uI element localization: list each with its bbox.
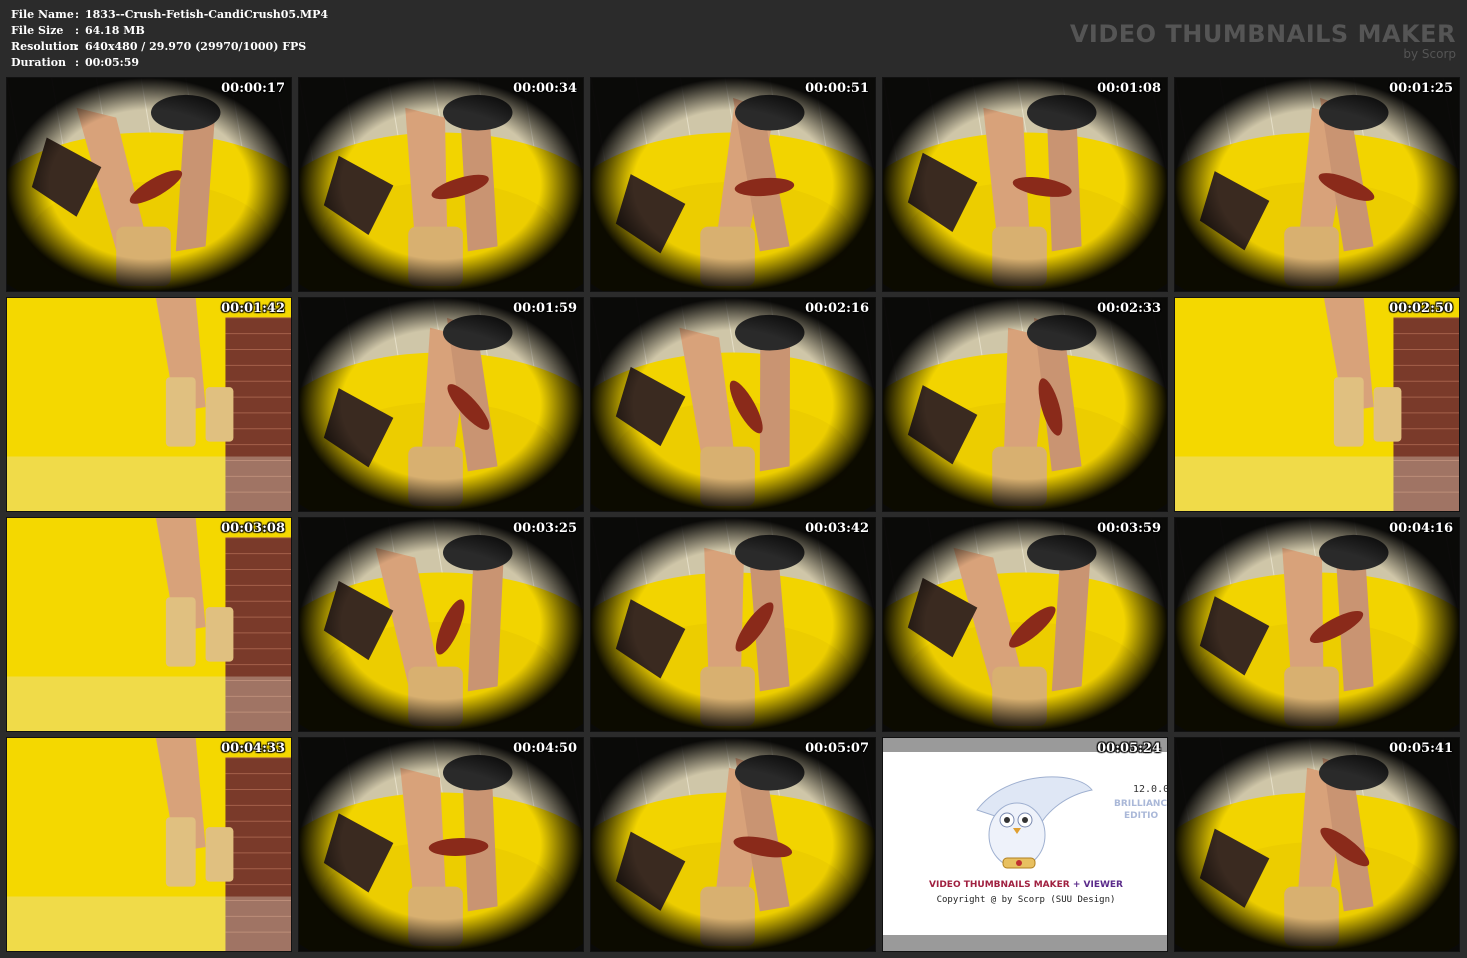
thumbnail-timestamp: 00:02:50 [1389,301,1453,316]
splash-version: 12.0.0. [1133,784,1167,795]
thumbnail-timestamp: 00:02:16 [805,301,869,316]
info-separator: : [75,24,80,37]
info-separator: : [75,40,80,53]
splash-edition: BRILLIANC EDITIO [1114,798,1167,822]
info-row-resolution: Resolution : 640x480 / 29.970 (29970/100… [11,39,328,55]
splash-product-plus: + [1069,880,1084,890]
info-row-duration: Duration : 00:05:59 [11,55,328,71]
file-info-panel: File Name : 1833--Crush-Fetish-CandiCrus… [11,7,328,71]
thumbnail-timestamp: 00:03:25 [513,521,577,536]
thumbnail-image [1175,518,1459,731]
info-key: Duration [11,56,67,69]
thumbnail-image [7,78,291,291]
thumbnail-timestamp: 00:01:59 [513,301,577,316]
thumbnail-image [7,298,291,511]
splash-product-part: VIDEO THUMBNAILS MAKER [929,880,1070,890]
video-thumbnail[interactable]: 00:00:17 [6,77,292,292]
thumbnail-timestamp: 00:03:59 [1097,521,1161,536]
thumbnail-timestamp: 00:00:51 [805,81,869,96]
video-thumbnail[interactable]: 00:02:33 [882,297,1168,512]
info-value: 00:05:59 [85,56,140,69]
video-thumbnail[interactable]: 00:04:33 [6,737,292,952]
thumbnail-image [299,78,583,291]
splash-edition-line: BRILLIANC [1114,799,1168,809]
thumbnail-timestamp: 00:01:08 [1097,81,1161,96]
info-row-file-size: File Size : 64.18 MB [11,23,328,39]
thumbnail-image [299,738,583,951]
thumbnail-timestamp: 00:04:50 [513,741,577,756]
video-thumbnail[interactable]: 00:01:59 [298,297,584,512]
thumbnail-image [7,518,291,731]
info-separator: : [75,56,80,69]
thumbnail-timestamp: 00:05:41 [1389,741,1453,756]
thumbnail-grid: 00:00:17 00:00:34 00:00:51 00:01:08 00:01:25… [6,77,1460,952]
thumbnail-image [1175,78,1459,291]
thumbnail-image [591,738,875,951]
video-thumbnail[interactable]: 00:05:41 [1174,737,1460,952]
info-value: 1833--Crush-Fetish-CandiCrush05.MP4 [85,8,328,21]
thumbnail-timestamp: 00:02:33 [1097,301,1161,316]
video-thumbnail[interactable]: 00:04:16 [1174,517,1460,732]
splash-product-part: VIEWER [1083,880,1123,890]
thumbnail-image [591,78,875,291]
splash-copyright: Copyright @ by Scorp (SUU Design) [936,895,1116,905]
info-row-file-name: File Name : 1833--Crush-Fetish-CandiCrus… [11,7,328,23]
video-thumbnail[interactable]: 00:03:08 [6,517,292,732]
video-thumbnail[interactable]: 00:02:16 [590,297,876,512]
thumbnail-timestamp: 00:00:34 [513,81,577,96]
video-thumbnail[interactable]: 00:05:07 [590,737,876,952]
video-thumbnail[interactable]: 00:04:50 [298,737,584,952]
thumbnail-image [591,298,875,511]
owl-logo-icon [976,776,1093,869]
thumbnail-timestamp: 00:05:24 [1097,741,1161,756]
splash-screen: 12.0.0. BRILLIANC EDITIO VIDEO THUMBNAIL… [883,738,1167,951]
splash-edition-line: EDITIO [1124,811,1159,821]
thumbnail-image [299,518,583,731]
brand-subtitle: by Scorp [1403,47,1456,61]
info-key: File Name [11,8,74,21]
video-thumbnail[interactable]: 00:03:25 [298,517,584,732]
thumbnail-image [591,518,875,731]
thumbnail-image [299,298,583,511]
thumbnail-timestamp: 00:03:08 [221,521,285,536]
video-thumbnail[interactable]: 00:03:42 [590,517,876,732]
info-value: 640x480 / 29.970 (29970/1000) FPS [85,40,307,53]
thumbnail-image [883,298,1167,511]
info-separator: : [75,8,80,21]
thumbnail-image [1175,738,1459,951]
video-thumbnail[interactable]: 00:03:59 [882,517,1168,732]
splash-product-name: VIDEO THUMBNAILS MAKER + VIEWER [883,880,1167,890]
thumbnail-image [7,738,291,951]
info-key: File Size [11,24,64,37]
thumbnail-timestamp: 00:01:25 [1389,81,1453,96]
thumbnail-timestamp: 00:04:33 [221,741,285,756]
thumbnail-timestamp: 00:04:16 [1389,521,1453,536]
thumbnail-timestamp: 00:03:42 [805,521,869,536]
video-thumbnail[interactable]: 00:00:51 [590,77,876,292]
thumbnail-image [883,518,1167,731]
brand-title: VIDEO THUMBNAILS MAKER [1069,20,1456,48]
info-key: Resolution [11,40,78,53]
thumbnail-image [883,78,1167,291]
splash-card: 12.0.0. BRILLIANC EDITIO VIDEO THUMBNAIL… [883,752,1167,935]
video-thumbnail[interactable]: 00:01:25 [1174,77,1460,292]
video-thumbnail[interactable]: 12.0.0. BRILLIANC EDITIO VIDEO THUMBNAIL… [882,737,1168,952]
video-thumbnail[interactable]: 00:01:42 [6,297,292,512]
brand-watermark: VIDEO THUMBNAILS MAKER by Scorp [1070,20,1456,60]
thumbnail-timestamp: 00:00:17 [221,81,285,96]
info-value: 64.18 MB [85,24,145,37]
video-thumbnail[interactable]: 00:00:34 [298,77,584,292]
thumbnail-timestamp: 00:05:07 [805,741,869,756]
thumbnail-image [1175,298,1459,511]
video-thumbnail[interactable]: 00:02:50 [1174,297,1460,512]
thumbnail-timestamp: 00:01:42 [221,301,285,316]
video-thumbnail[interactable]: 00:01:08 [882,77,1168,292]
